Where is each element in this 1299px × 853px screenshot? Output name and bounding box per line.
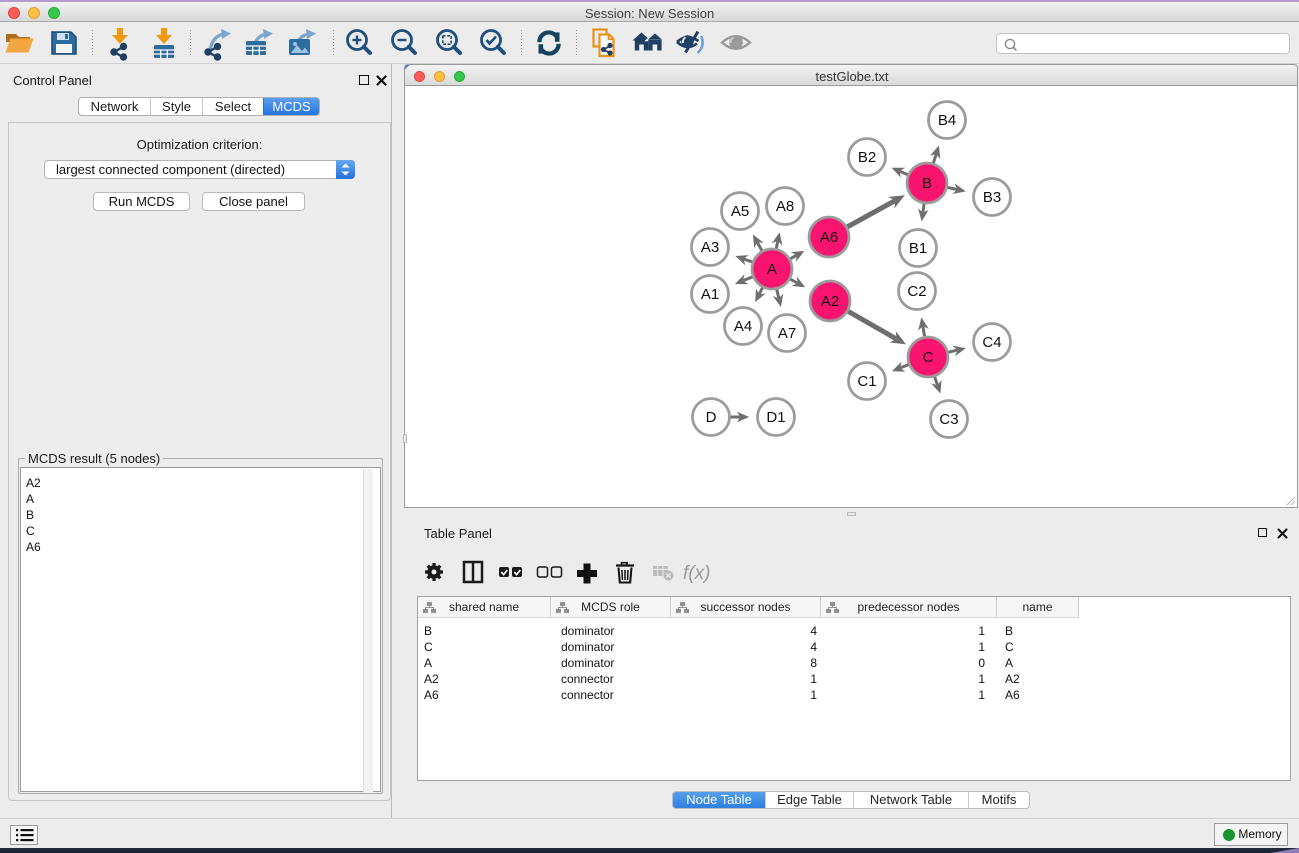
svg-text:B3: B3 — [983, 189, 1001, 206]
svg-text:A7: A7 — [778, 325, 796, 342]
svg-text:B1: B1 — [909, 240, 927, 257]
svg-text:A: A — [767, 261, 777, 278]
svg-text:A4: A4 — [734, 318, 752, 335]
svg-text:A8: A8 — [776, 198, 794, 215]
svg-text:A3: A3 — [701, 239, 719, 256]
svg-text:C1: C1 — [857, 373, 876, 390]
svg-text:C3: C3 — [939, 411, 958, 428]
svg-text:B4: B4 — [938, 112, 956, 129]
svg-text:C4: C4 — [982, 334, 1001, 351]
svg-text:A5: A5 — [731, 203, 749, 220]
svg-text:D1: D1 — [766, 409, 785, 426]
svg-text:B2: B2 — [858, 149, 876, 166]
svg-text:C2: C2 — [907, 283, 926, 300]
svg-text:D: D — [706, 409, 717, 426]
svg-text:A2: A2 — [821, 293, 839, 310]
svg-text:A1: A1 — [701, 286, 719, 303]
svg-text:A6: A6 — [820, 229, 838, 246]
svg-text:C: C — [923, 349, 934, 366]
svg-text:f(x): f(x) — [683, 563, 710, 584]
svg-text:B: B — [922, 175, 932, 192]
